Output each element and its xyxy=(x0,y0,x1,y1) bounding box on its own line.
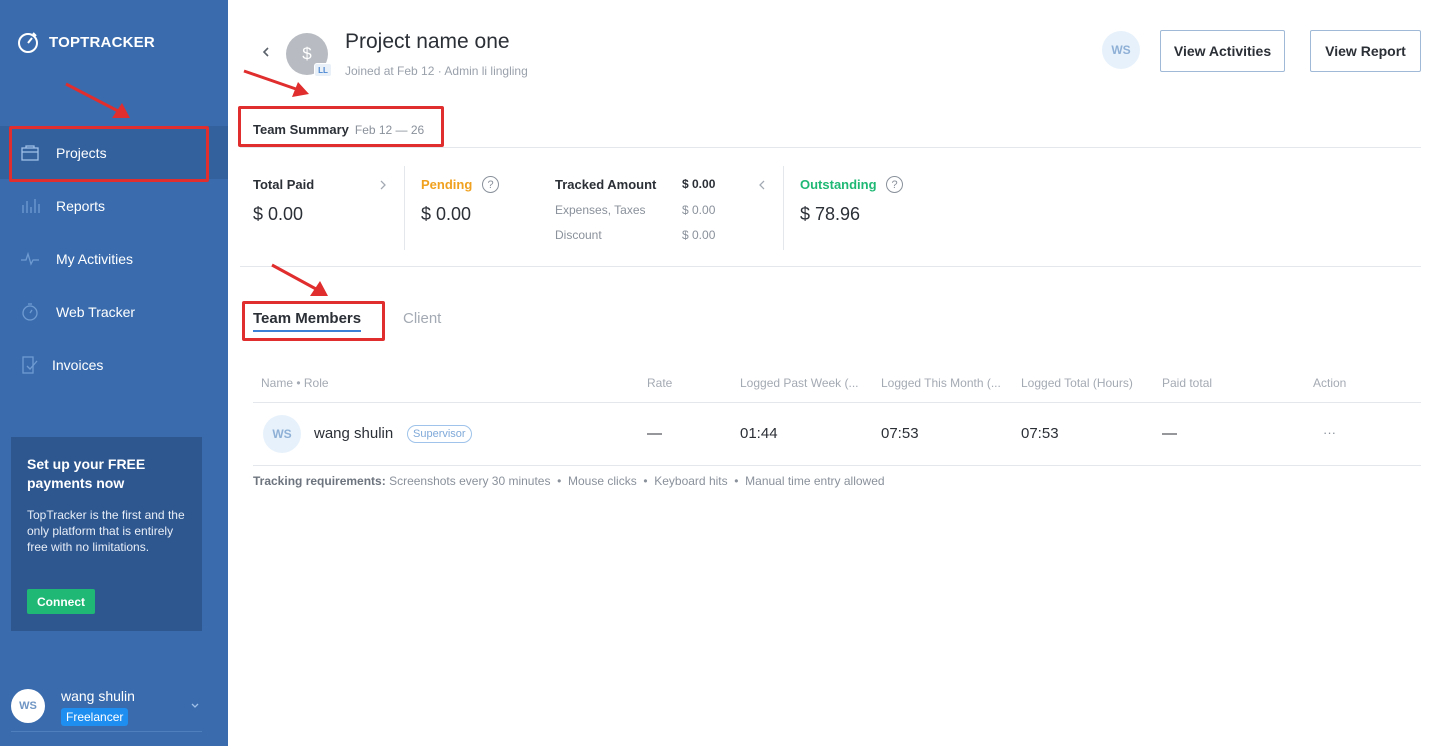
requirements-label: Tracking requirements: xyxy=(253,474,386,488)
help-icon[interactable]: ? xyxy=(886,176,903,193)
stopwatch-logo-icon xyxy=(18,32,38,53)
avatar[interactable]: WS xyxy=(1102,31,1140,69)
tracked-amount-value: $ 0.00 xyxy=(682,177,716,191)
sidebar-item-my-activities[interactable]: My Activities xyxy=(0,232,228,285)
chevron-right-icon[interactable] xyxy=(378,179,388,191)
more-actions-button[interactable]: ··· xyxy=(1323,425,1336,440)
column-header-this-month[interactable]: Logged This Month (... xyxy=(881,376,1001,390)
annotation-box-team-summary xyxy=(238,106,444,147)
divider xyxy=(404,166,405,250)
user-role-badge: Freelancer xyxy=(61,708,129,726)
sidebar-item-web-tracker[interactable]: Web Tracker xyxy=(0,285,228,338)
outstanding-label: Outstanding xyxy=(800,177,877,192)
payments-promo: Set up your FREE payments now TopTracker… xyxy=(11,437,202,631)
page-title: Project name one xyxy=(345,30,510,53)
connect-button[interactable]: Connect xyxy=(27,589,95,614)
view-activities-button[interactable]: View Activities xyxy=(1160,30,1285,72)
reports-icon xyxy=(22,198,40,213)
column-header-past-week[interactable]: Logged Past Week (... xyxy=(740,376,859,390)
user-menu[interactable]: WS wang shulin Freelancer xyxy=(11,686,202,732)
divider xyxy=(253,465,1421,466)
sidebar-item-label: My Activities xyxy=(56,250,134,267)
role-badge: Supervisor xyxy=(407,425,472,443)
divider xyxy=(240,266,1421,267)
past-week-value: 01:44 xyxy=(740,425,778,442)
column-header-action: Action xyxy=(1313,376,1347,390)
rate-value: — xyxy=(647,425,662,442)
total-paid-value: $ 0.00 xyxy=(253,204,304,224)
outstanding-value: $ 78.96 xyxy=(800,204,861,224)
sidebar: TOPTRACKER Projects Reports My Activitie… xyxy=(0,0,228,746)
tab-client[interactable]: Client xyxy=(403,310,441,327)
divider xyxy=(783,166,784,250)
this-month-value: 07:53 xyxy=(881,425,919,442)
back-arrow-icon[interactable] xyxy=(260,44,272,60)
sidebar-item-label: Reports xyxy=(56,197,106,214)
discount-value: $ 0.00 xyxy=(682,228,716,242)
invoices-icon xyxy=(22,355,38,374)
activities-icon xyxy=(21,251,39,266)
stopwatch-icon xyxy=(22,302,38,321)
project-avatar: $ LL xyxy=(286,33,332,77)
pending-value: $ 0.00 xyxy=(421,204,472,224)
app-window: TOPTRACKER Projects Reports My Activitie… xyxy=(0,0,1440,746)
expenses-label: Expenses, Taxes xyxy=(555,203,646,217)
dollar-icon: $ xyxy=(302,44,312,63)
divider xyxy=(253,402,1421,403)
avatar: WS xyxy=(11,688,45,723)
column-header-total-hours[interactable]: Logged Total (Hours) xyxy=(1021,376,1133,390)
sidebar-item-reports[interactable]: Reports xyxy=(0,179,228,232)
divider xyxy=(240,147,1421,148)
column-header-name-role[interactable]: Name • Role xyxy=(261,376,329,390)
column-header-rate[interactable]: Rate xyxy=(647,376,672,390)
brand-name: TOPTRACKER xyxy=(49,33,155,51)
help-icon[interactable]: ? xyxy=(482,176,499,193)
brand-logo[interactable]: TOPTRACKER xyxy=(16,30,155,54)
discount-label: Discount xyxy=(555,228,602,242)
total-paid-label: Total Paid xyxy=(253,177,315,192)
expenses-value: $ 0.00 xyxy=(682,203,716,217)
annotation-box-team-members xyxy=(242,301,385,341)
tracking-requirements: Tracking requirements: Screenshots every… xyxy=(253,474,885,488)
paid-total-value: — xyxy=(1162,425,1177,442)
project-subtitle: Joined at Feb 12 · Admin li lingling xyxy=(345,64,528,78)
promo-title: Set up your FREE payments now xyxy=(27,456,146,491)
annotation-box-projects xyxy=(9,126,209,182)
requirements-list: Screenshots every 30 minutes • Mouse cli… xyxy=(389,474,885,488)
owner-badge: LL xyxy=(314,63,332,77)
member-name: wang shulin xyxy=(314,425,394,442)
promo-body: TopTracker is the first and the only pla… xyxy=(27,508,185,554)
chevron-down-icon[interactable] xyxy=(188,698,202,712)
pending-label: Pending xyxy=(421,177,473,192)
user-name: wang shulin xyxy=(61,688,135,704)
avatar: WS xyxy=(263,415,301,453)
sidebar-item-invoices[interactable]: Invoices xyxy=(0,338,228,391)
chevron-left-icon[interactable] xyxy=(757,179,767,191)
column-header-paid-total[interactable]: Paid total xyxy=(1162,376,1212,390)
total-hours-value: 07:53 xyxy=(1021,425,1059,442)
sidebar-item-label: Invoices xyxy=(52,356,104,373)
view-report-button[interactable]: View Report xyxy=(1310,30,1421,72)
tracked-amount-label: Tracked Amount xyxy=(555,177,657,192)
sidebar-item-label: Web Tracker xyxy=(56,303,136,320)
